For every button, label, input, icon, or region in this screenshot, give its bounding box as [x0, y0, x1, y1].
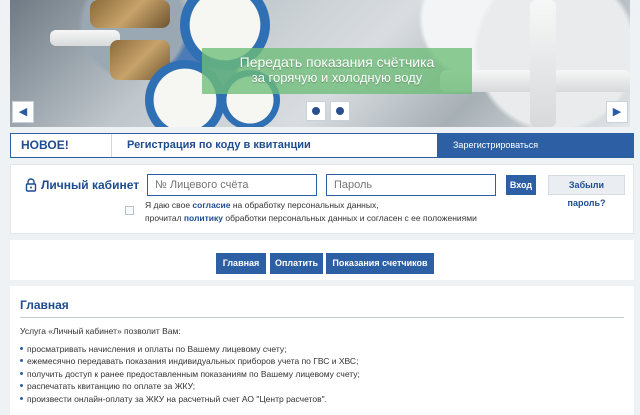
consent-text-part: Я даю свое: [145, 200, 193, 210]
consent-text-part: обработки персональных данных и согласен…: [223, 213, 477, 223]
login-button[interactable]: Вход: [506, 175, 536, 195]
lock-icon: [25, 178, 37, 192]
consent-line1: Я даю свое согласие на обработку персона…: [145, 199, 477, 212]
intro-text: Услуга «Личный кабинет» позволит Вам:: [20, 326, 181, 336]
nav-home-button[interactable]: Главная: [216, 253, 266, 274]
slider-dots: [306, 101, 350, 121]
account-number-input[interactable]: [147, 174, 317, 196]
consent-line2: прочитал политику обработки персональных…: [145, 212, 477, 225]
feature-list: просматривать начисления и оплаты по Ваш…: [20, 343, 360, 405]
news-badge: НОВОЕ!: [21, 138, 69, 152]
list-item: распечатать квитанцию по оплате за ЖКУ;: [20, 380, 360, 392]
slider-dot-2[interactable]: [330, 101, 350, 121]
news-bar: НОВОЕ! Регистрация по коду в квитанции З…: [10, 133, 634, 158]
consent-link[interactable]: согласие: [192, 200, 230, 210]
slider-prev-button[interactable]: ◀: [12, 101, 34, 123]
slider-next-button[interactable]: ▶: [606, 101, 628, 123]
nav-meter-readings-button[interactable]: Показания счетчиков: [326, 253, 434, 274]
triangle-left-icon: ◀: [18, 106, 28, 118]
dot-icon: [336, 107, 344, 115]
hero-banner[interactable]: Передать показания счётчика за горячую и…: [10, 0, 630, 127]
main-nav: Главная Оплатить Показания счетчиков: [10, 240, 634, 280]
triangle-right-icon: ▶: [612, 106, 622, 118]
password-input[interactable]: [326, 174, 496, 196]
page-title: Главная: [20, 298, 69, 312]
dot-icon: [312, 107, 320, 115]
slider-dot-1[interactable]: [306, 101, 326, 121]
divider: [20, 317, 624, 318]
pipe-decoration: [50, 30, 120, 46]
hero-caption[interactable]: Передать показания счётчика за горячую и…: [202, 48, 472, 94]
consent-text-part: прочитал: [145, 213, 184, 223]
list-item: получить доступ к ранее предоставленным …: [20, 368, 360, 380]
divider: [111, 134, 112, 157]
register-button[interactable]: Зарегистрироваться: [437, 134, 633, 157]
register-by-code-link[interactable]: Регистрация по коду в квитанции: [127, 139, 311, 151]
consent-text: Я даю свое согласие на обработку персона…: [145, 199, 477, 225]
hero-caption-line1: Передать показания счётчика: [239, 54, 435, 70]
login-panel: Личный кабинет Вход Забыли пароль? Я даю…: [10, 164, 634, 234]
nav-pay-button[interactable]: Оплатить: [270, 253, 323, 274]
list-item: просматривать начисления и оплаты по Ваш…: [20, 343, 360, 355]
consent-text-part: на обработку персональных данных,: [230, 200, 379, 210]
personal-account-label: Личный кабинет: [41, 178, 140, 192]
forgot-password-button[interactable]: Забыли пароль?: [548, 175, 625, 208]
list-item: ежемесячно передавать показания индивиду…: [20, 355, 360, 367]
main-content: Главная Услуга «Личный кабинет» позволит…: [10, 286, 634, 415]
consent-checkbox[interactable]: [125, 206, 134, 215]
list-item: произвести онлайн-оплату за ЖКУ на расче…: [20, 393, 360, 405]
brass-fitting-decoration: [90, 0, 170, 28]
hero-caption-line2: за горячую и холодную воду: [251, 70, 423, 85]
page: Передать показания счётчика за горячую и…: [0, 0, 640, 415]
pipe-decoration: [530, 0, 556, 127]
privacy-policy-link[interactable]: политику: [184, 213, 223, 223]
